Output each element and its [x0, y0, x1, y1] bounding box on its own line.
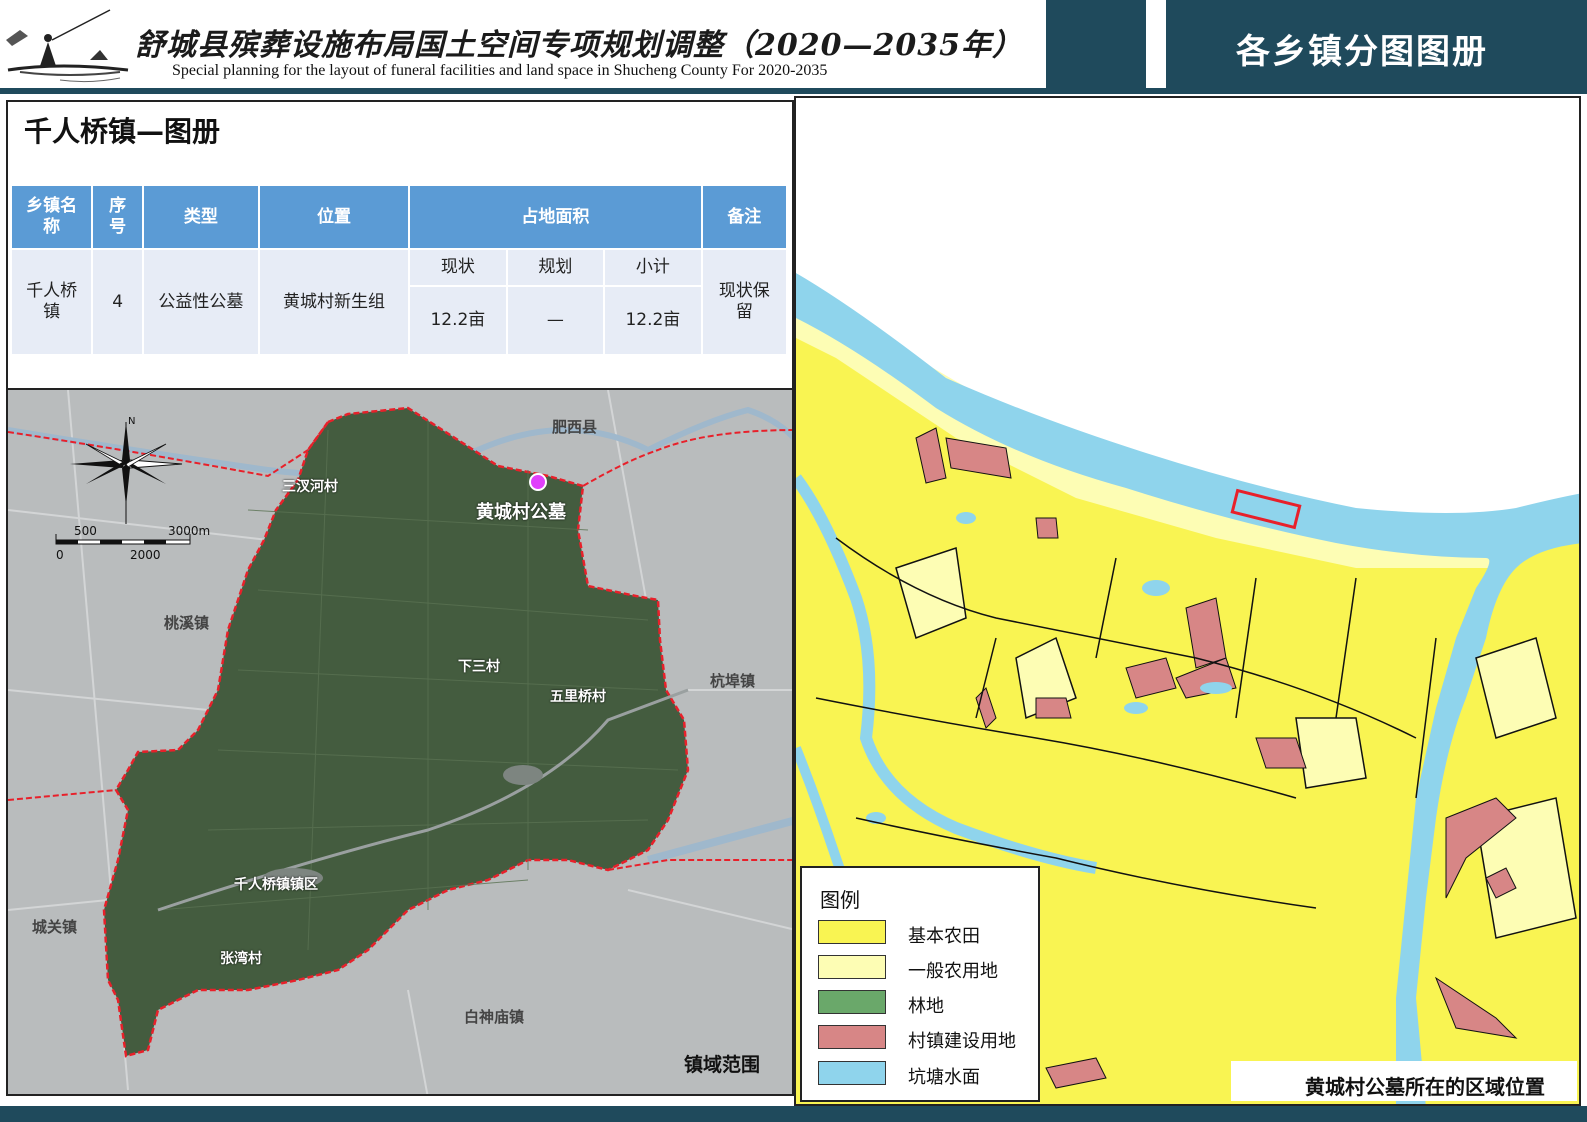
- header-left: 舒城县殡葬设施布局国土空间专项规划调整（2020—2035年） Special …: [0, 0, 1046, 88]
- village-label-wuliqiao: 五里桥村: [550, 689, 606, 705]
- scale-label-2000: 2000: [130, 548, 161, 562]
- village-label-xiasan: 下三村: [458, 659, 500, 675]
- legend-label: 基本农田: [908, 926, 980, 947]
- cell-current: 12.2亩: [410, 287, 506, 354]
- sat-map-caption: 镇域范围: [684, 1054, 761, 1076]
- scale-label-0: 0: [56, 548, 64, 562]
- footer-bar: [0, 1106, 1587, 1122]
- cell-note: 现状保留: [702, 250, 786, 354]
- th-town: 乡镇名称: [12, 186, 92, 248]
- cell-planned: —: [507, 287, 604, 354]
- neighbor-label-baishenmiao: 白神庙镇: [464, 1008, 525, 1026]
- th-seq: 序号: [93, 186, 143, 248]
- legend-item: 林地: [818, 990, 1018, 1017]
- legend-label: 坑塘水面: [908, 1067, 980, 1088]
- legend-item: 基本农田: [818, 920, 1018, 947]
- site-marker-icon: [529, 473, 547, 491]
- cell-subtotal: 12.2亩: [605, 287, 701, 354]
- section-title: 各乡镇分图图册: [1236, 32, 1488, 72]
- cell-current-header: 现状: [410, 250, 506, 285]
- th-area: 占地面积: [410, 186, 701, 248]
- neighbor-label-chengguan: 城关镇: [32, 918, 78, 936]
- legend-swatch: [818, 1061, 886, 1085]
- village-label-sanchahe: 三汊河村: [282, 479, 338, 495]
- cell-subtotal-header: 小计: [605, 250, 701, 285]
- satellite-map: N 500 3000m 0 2000 三汊河村 下三村 五里桥村 千人桥镇镇区 …: [6, 388, 794, 1096]
- legend-swatch: [818, 990, 886, 1014]
- facility-table: 乡镇名称 序号 类型 位置 占地面积 备注 千人桥镇 4 公益性公墓 黄城村新生…: [10, 184, 788, 356]
- site-label: 黄城村公墓: [476, 502, 566, 523]
- satellite-map-graphic: [8, 390, 792, 1094]
- th-location: 位置: [259, 186, 409, 248]
- scale-label-3000m: 3000m: [168, 524, 211, 538]
- legend-item: 一般农用地: [818, 955, 1018, 982]
- legend-swatch: [818, 955, 886, 979]
- cell-planned-header: 规划: [507, 250, 604, 285]
- cell-type: 公益性公墓: [144, 250, 258, 354]
- cell-town: 千人桥镇: [12, 250, 92, 354]
- legend-title: 图例: [820, 888, 860, 912]
- legend-swatch: [818, 1025, 886, 1049]
- page-title: 千人桥镇—图册: [24, 115, 221, 148]
- legend-item: 村镇建设用地: [818, 1025, 1018, 1052]
- neighbor-label-feixi: 肥西县: [552, 418, 598, 436]
- legend-label: 一般农用地: [908, 961, 998, 982]
- legend-label: 村镇建设用地: [908, 1031, 1016, 1052]
- header-title-en: Special planning for the layout of funer…: [172, 62, 828, 79]
- cell-seq: 4: [93, 250, 143, 354]
- scale-label-500: 500: [74, 524, 97, 538]
- legend-swatch: [818, 920, 886, 944]
- neighbor-label-taoxi: 桃溪镇: [164, 614, 210, 632]
- cell-location: 黄城村新生组: [259, 250, 409, 354]
- header-separator: [1046, 0, 1146, 88]
- legend-item: 坑塘水面: [818, 1061, 1018, 1088]
- neighbor-label-hangbu: 杭埠镇: [710, 672, 756, 690]
- th-type: 类型: [144, 186, 258, 248]
- fisherman-logo-icon: [6, 9, 129, 83]
- land-map-caption: 黄城村公墓所在的区域位置: [1305, 1075, 1545, 1099]
- header-bar: [0, 88, 1587, 94]
- legend-label: 林地: [908, 996, 944, 1017]
- north-label: N: [128, 416, 136, 427]
- village-label-zhangwan: 张湾村: [220, 951, 262, 967]
- header-title-cn: 舒城县殡葬设施布局国土空间专项规划调整（2020—2035年）: [135, 28, 1023, 63]
- village-label-town-center: 千人桥镇镇区: [234, 877, 318, 893]
- th-note: 备注: [702, 186, 786, 248]
